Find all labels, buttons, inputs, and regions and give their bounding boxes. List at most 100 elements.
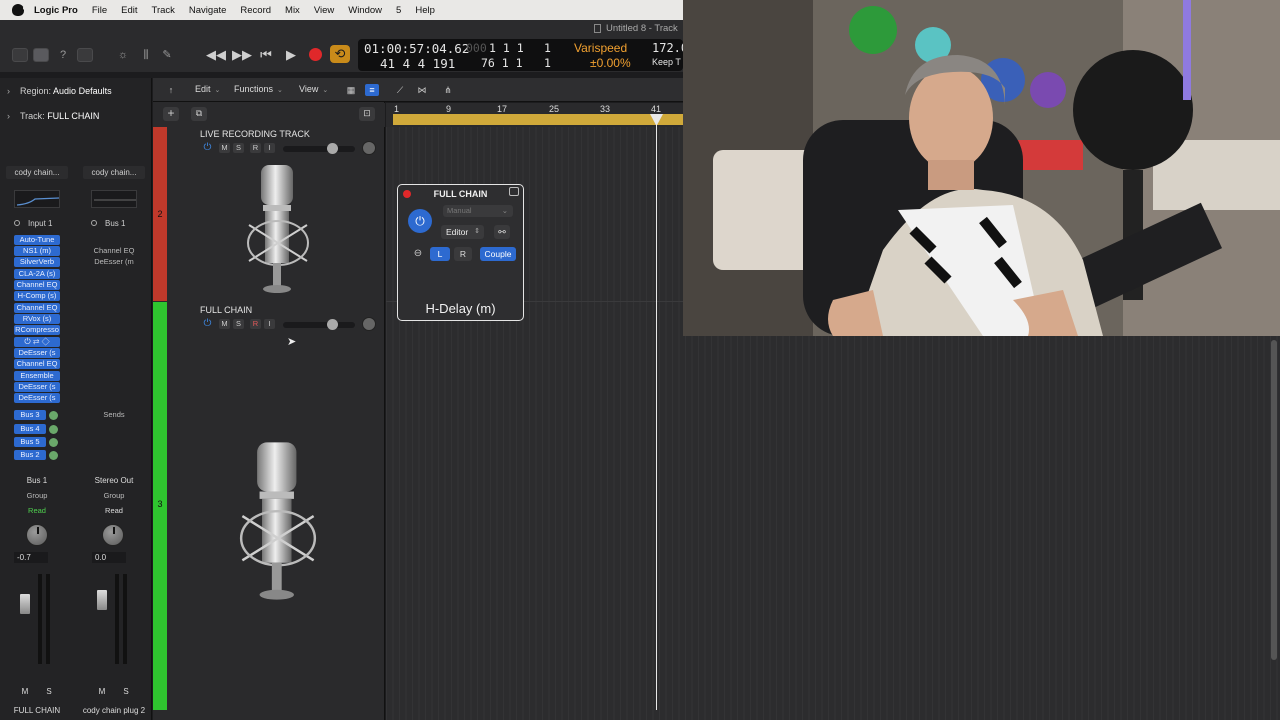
setting-button[interactable]: cody chain... xyxy=(83,166,145,179)
view-menu[interactable]: View ⌄ xyxy=(299,84,328,94)
edit-menu[interactable]: Edit ⌄ xyxy=(195,84,220,94)
menu-record[interactable]: Record xyxy=(240,5,271,16)
record-button[interactable] xyxy=(309,48,322,61)
global-tracks-icon[interactable]: ⊡ xyxy=(359,107,375,121)
varispeed-label[interactable]: Varispeed xyxy=(574,41,627,55)
automation-icon[interactable]: ⟋ xyxy=(393,84,407,96)
volume-slider-thumb[interactable] xyxy=(327,143,338,154)
lcd-display[interactable]: 01:00:57:04.62 000 1 1 1 1 41 4 4 191 76… xyxy=(358,39,683,71)
menu-window[interactable]: Window xyxy=(348,5,382,16)
power-icon[interactable]: ⏻ xyxy=(202,319,213,329)
menu-track[interactable]: Track xyxy=(152,5,175,16)
automation-mode[interactable]: Read xyxy=(83,506,145,515)
send-bus-2[interactable]: Bus 2 xyxy=(14,450,46,460)
tempo-value[interactable]: 172.0 xyxy=(652,41,683,55)
send-bus-4[interactable]: Bus 4 xyxy=(14,424,46,434)
varispeed-value[interactable]: ±0.00% xyxy=(590,56,631,70)
pan-knob[interactable] xyxy=(362,317,376,331)
eq-thumbnail[interactable] xyxy=(14,190,60,208)
output-slot[interactable]: Stereo Out xyxy=(83,476,145,485)
editors-icon[interactable]: ✎ xyxy=(160,48,174,62)
rewind-button[interactable]: ◀◀ xyxy=(206,46,226,64)
menu-view[interactable]: View xyxy=(314,5,334,16)
plugin-slot-ensemble[interactable]: Ensemble xyxy=(14,371,60,381)
list-view-icon[interactable]: ≡ xyxy=(365,84,379,96)
apple-icon[interactable] xyxy=(12,4,27,16)
duplicate-track-icon[interactable]: ⧉ xyxy=(191,107,207,121)
track-header-full-chain[interactable]: 3 FULL CHAIN ⏻ M S R I ➤ xyxy=(153,302,385,710)
volume-slider[interactable] xyxy=(283,319,355,330)
plugin-slot-hdelay[interactable]: ⏻ ⇄ ◇ xyxy=(14,337,60,347)
send-level-knob[interactable] xyxy=(49,411,58,420)
plugin-slot-deesser-3[interactable]: DeEsser (s xyxy=(14,393,60,403)
volume-value[interactable]: 0.0 xyxy=(92,552,126,563)
record-enable-button[interactable]: R xyxy=(250,143,261,153)
pan-knob[interactable] xyxy=(102,524,124,546)
vertical-scrollbar[interactable] xyxy=(1271,340,1277,660)
plugin-slot-silververb[interactable]: SilverVerb xyxy=(14,257,60,267)
volume-slider[interactable] xyxy=(283,143,355,154)
volume-fader[interactable] xyxy=(20,594,30,614)
automation-mode[interactable]: Read xyxy=(6,506,68,515)
plugin-slot-ns1[interactable]: NS1 (m) xyxy=(14,246,60,256)
preset-dropdown[interactable]: Manual ⌄ xyxy=(443,205,513,217)
arrow-up-icon[interactable]: ↑ xyxy=(164,84,178,96)
solo-button[interactable]: S xyxy=(233,319,244,329)
library-button[interactable] xyxy=(12,48,28,62)
send-level-knob[interactable] xyxy=(49,451,58,460)
inspector-region-row[interactable]: › Region: Audio Defaults xyxy=(0,80,152,102)
send-level-knob[interactable] xyxy=(49,438,58,447)
functions-menu[interactable]: Functions ⌄ xyxy=(234,84,283,94)
pan-knob[interactable] xyxy=(26,524,48,546)
track-name[interactable]: FULL CHAIN xyxy=(200,305,252,315)
setting-button[interactable]: cody chain... xyxy=(6,166,68,179)
left-channel-button[interactable]: L xyxy=(430,247,450,261)
solo-button[interactable]: S xyxy=(43,686,55,697)
power-icon[interactable]: ⏻ xyxy=(202,143,213,153)
smart-controls-icon[interactable]: ☼ xyxy=(116,48,130,62)
input-slot[interactable]: Input 1 xyxy=(14,218,76,230)
bypass-power-button[interactable]: ⏻ xyxy=(408,209,432,233)
fast-forward-button[interactable]: ▶▶ xyxy=(232,46,252,64)
input-slot[interactable]: Bus 1 xyxy=(91,218,153,230)
group-slot[interactable]: Group xyxy=(6,491,68,500)
right-channel-button[interactable]: R xyxy=(454,247,472,261)
mute-button[interactable]: M xyxy=(19,686,31,697)
menu-help[interactable]: Help xyxy=(415,5,435,16)
grid-view-icon[interactable]: ▦ xyxy=(344,84,358,96)
volume-slider-thumb[interactable] xyxy=(327,319,338,330)
output-slot[interactable]: Bus 1 xyxy=(6,476,68,485)
plugin-slot-rvox[interactable]: RVox (s) xyxy=(14,314,60,324)
play-button[interactable]: ▶ xyxy=(282,46,300,64)
plugin-slot-hcomp[interactable]: H-Comp (s) xyxy=(14,291,60,301)
mute-button[interactable]: M xyxy=(219,319,230,329)
plugin-slot-channel-eq[interactable]: Channel EQ xyxy=(14,280,60,290)
input-monitor-button[interactable]: I xyxy=(264,143,275,153)
menu-mix[interactable]: Mix xyxy=(285,5,300,16)
send-bus-3[interactable]: Bus 3 xyxy=(14,410,46,420)
toolbar-button[interactable] xyxy=(77,48,93,62)
plugin-slot-deesser-2[interactable]: DeEsser (s xyxy=(14,382,60,392)
input-monitor-button[interactable]: I xyxy=(264,319,275,329)
menu-navigate[interactable]: Navigate xyxy=(189,5,227,16)
plugin-slot-channel-eq[interactable]: Channel EQ xyxy=(91,246,137,256)
view-dropdown[interactable]: Editor ⇕ xyxy=(441,225,484,239)
inspector-track-row[interactable]: › Track: FULL CHAIN xyxy=(0,105,152,127)
link-icon[interactable]: ⚯ xyxy=(494,225,510,239)
pan-knob[interactable] xyxy=(362,141,376,155)
plugin-slot-deesser[interactable]: DeEsser (s xyxy=(14,348,60,358)
record-enable-button[interactable]: R xyxy=(250,319,261,329)
menu-app[interactable]: Logic Pro xyxy=(34,5,78,16)
playhead[interactable] xyxy=(656,114,657,710)
add-track-button[interactable]: + xyxy=(163,107,179,121)
solo-button[interactable]: S xyxy=(120,686,132,697)
snap-icon[interactable]: ⋔ xyxy=(441,84,455,96)
cycle-region[interactable] xyxy=(393,114,683,125)
plugin-slot-deesser[interactable]: DeEsser (m xyxy=(91,257,137,267)
go-to-beginning-button[interactable]: ⏮ xyxy=(257,46,275,64)
track-name[interactable]: LIVE RECORDING TRACK xyxy=(200,129,310,139)
plugin-slot-autotune[interactable]: Auto-Tune xyxy=(14,235,60,245)
send-level-knob[interactable] xyxy=(49,425,58,434)
cycle-button[interactable]: ⟲ xyxy=(330,45,350,63)
group-slot[interactable]: Group xyxy=(83,491,145,500)
